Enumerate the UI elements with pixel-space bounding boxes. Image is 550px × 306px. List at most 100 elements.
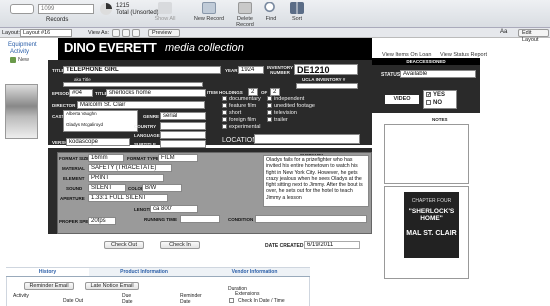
check-box[interactable] xyxy=(267,117,272,123)
genre-checks-left: documentary feature film short foreign f… xyxy=(222,96,261,131)
check-box[interactable] xyxy=(222,124,227,130)
summary-field[interactable]: Oladys fails for a prizefighter who has … xyxy=(263,155,369,207)
layout-label: Layout: xyxy=(2,30,21,36)
check-box[interactable] xyxy=(222,96,227,102)
reminder-email-button[interactable]: Reminder Email xyxy=(24,282,74,290)
holdings-b[interactable]: 2 xyxy=(270,88,280,96)
tab-vendor-information[interactable]: Vendor Information xyxy=(199,268,310,277)
language-label: LANGUAGE xyxy=(134,133,160,138)
holdings-label: ITEM HOLDINGS xyxy=(207,90,243,95)
episode-title-field[interactable]: sherlocks home xyxy=(106,89,206,97)
cast-line-1: Alberta Vaughn xyxy=(66,111,97,116)
holdings-a[interactable]: 2 xyxy=(248,88,258,96)
sound-label: SOUND xyxy=(66,186,83,191)
cast-field[interactable]: Alberta Vaughn Gladys Mcgaliroyd xyxy=(63,110,138,132)
aka-field[interactable] xyxy=(63,82,203,87)
genre-field[interactable]: serial xyxy=(160,112,206,120)
tab-product-information[interactable]: Product Information xyxy=(89,268,199,277)
check-short[interactable]: short xyxy=(222,110,261,117)
proper-speed-field[interactable]: 20fps xyxy=(88,217,116,225)
inventory-label: INVENTORY NUMBER xyxy=(266,65,293,75)
record-number-input[interactable]: 1099 xyxy=(38,4,94,14)
show-all-button[interactable]: Show All xyxy=(152,2,178,26)
show-all-label: Show All xyxy=(154,16,176,22)
delete-record-button[interactable]: Delete Record xyxy=(228,2,262,28)
director-field[interactable]: Malcolm St. Clair xyxy=(77,101,205,109)
check-in-button[interactable]: Check In xyxy=(160,241,200,249)
inventory-field[interactable]: DE1210 xyxy=(294,64,358,75)
check-trailer[interactable]: trailer xyxy=(267,117,315,124)
frame-title: "SHERLOCK'S HOME" xyxy=(408,208,455,222)
episode-field[interactable]: #04 xyxy=(69,89,93,97)
status-field[interactable]: Available xyxy=(400,70,476,78)
brand-title: DINO EVERETT xyxy=(64,40,157,55)
view-table-button[interactable] xyxy=(132,29,140,37)
nav-activity[interactable]: Activity xyxy=(10,49,29,55)
date-created-field[interactable]: 6/19/2011 xyxy=(304,241,360,249)
location-field[interactable] xyxy=(254,134,360,144)
text-format-button[interactable]: Aa xyxy=(500,29,507,35)
length-field[interactable]: ca 800' xyxy=(150,205,198,213)
country-field[interactable] xyxy=(160,122,206,130)
video-no-option[interactable]: NO xyxy=(426,99,456,107)
check-box[interactable] xyxy=(222,110,227,116)
check-out-button[interactable]: Check Out xyxy=(104,241,144,249)
preview-button[interactable]: Preview xyxy=(148,29,180,37)
year-field[interactable]: 1924 xyxy=(238,66,264,74)
new-record-button[interactable]: New Record xyxy=(193,2,225,26)
records-pie-icon xyxy=(100,3,112,15)
record-pager[interactable] xyxy=(10,4,34,14)
view-form-button[interactable] xyxy=(112,29,120,37)
element-label: ELEMENT xyxy=(63,176,85,181)
layout-select[interactable]: Layout #16 xyxy=(20,29,72,37)
video-options: YES NO xyxy=(423,90,457,109)
ucla-label: UCLA INVENTORY # xyxy=(302,77,346,82)
check-box[interactable] xyxy=(267,96,272,102)
nav-equipment[interactable]: Equipment xyxy=(8,42,37,48)
running-time-field[interactable] xyxy=(180,215,220,223)
check-box[interactable] xyxy=(222,103,227,109)
subtitle-label: SUBTITLE xyxy=(134,142,156,147)
sort-button[interactable]: Sort xyxy=(284,2,310,26)
version-field[interactable]: kodascope xyxy=(66,138,130,146)
check-box[interactable] xyxy=(267,110,272,116)
check-television[interactable]: television xyxy=(267,110,315,117)
check-feature-film[interactable]: feature film xyxy=(222,103,261,110)
tab-history[interactable]: History xyxy=(6,268,89,277)
check-experimental[interactable]: experimental xyxy=(222,124,261,131)
check-box[interactable] xyxy=(267,103,272,109)
ucla-field[interactable] xyxy=(296,83,358,89)
condition-field[interactable] xyxy=(255,215,367,223)
view-list-button[interactable] xyxy=(122,29,130,37)
check-unedited-footage[interactable]: unedited footage xyxy=(267,103,315,110)
title-field[interactable]: TELEPHONE GIRL xyxy=(63,66,221,74)
check-foreign-film[interactable]: foreign film xyxy=(222,117,261,124)
row-checkbox[interactable] xyxy=(229,298,234,303)
nav-new[interactable]: New xyxy=(18,57,29,63)
notes-field[interactable] xyxy=(384,124,469,184)
director-label: DIRECTOR xyxy=(52,103,76,108)
sound-field[interactable]: SILENT xyxy=(88,184,126,192)
find-button[interactable]: Find xyxy=(258,2,284,26)
edit-layout-button[interactable]: Edit Layout xyxy=(518,29,549,43)
video-yes-option[interactable]: YES xyxy=(426,91,456,99)
element-field[interactable]: PRINT xyxy=(88,174,164,182)
format-type-select[interactable]: FILM xyxy=(158,154,198,162)
view-as-label: View As: xyxy=(88,30,109,36)
format-size-select[interactable]: 16mm xyxy=(88,154,124,162)
format-type-label: FORMAT TYPE xyxy=(127,156,159,161)
notes-label: NOTES xyxy=(432,117,448,122)
aperture-field[interactable]: 1.33:1 FULL SILENT xyxy=(88,194,168,202)
late-notice-email-button[interactable]: Late Notice Email xyxy=(85,282,139,290)
color-field[interactable]: B/W xyxy=(142,184,182,192)
check-documentary[interactable]: documentary xyxy=(222,96,261,103)
material-field[interactable]: SAFETY (TRIACETATE) xyxy=(88,164,172,172)
check-independent[interactable]: independent xyxy=(267,96,315,103)
total-count: 1215 xyxy=(116,3,130,9)
check-box[interactable] xyxy=(426,99,431,105)
subtitle-field[interactable] xyxy=(160,140,206,148)
language-field[interactable] xyxy=(160,131,206,139)
sort-icon xyxy=(290,2,304,14)
check-box[interactable] xyxy=(426,91,431,97)
check-box[interactable] xyxy=(222,117,227,123)
